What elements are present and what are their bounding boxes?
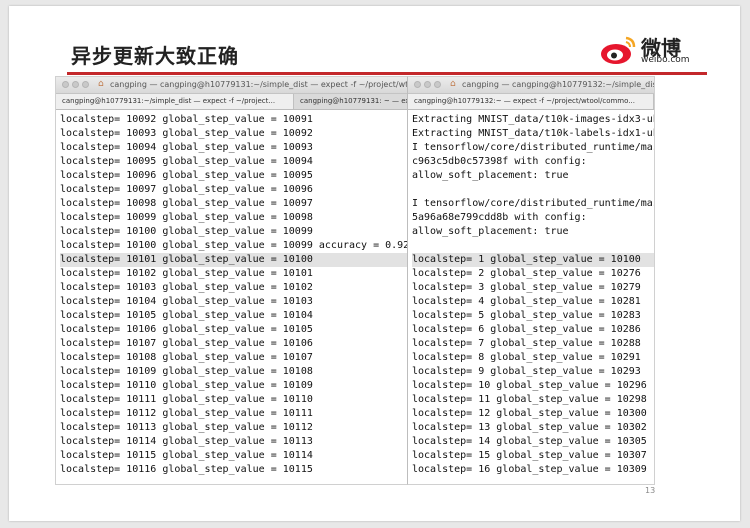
terminal-line: localstep= 10113 global_step_value = 101…: [60, 422, 313, 433]
terminal-line: localstep= 14 global_step_value = 10305: [412, 436, 647, 447]
terminal-line: localstep= 10096 global_step_value = 100…: [60, 170, 313, 181]
terminal-line: I tensorflow/core/distributed_runtime/ma…: [412, 142, 655, 153]
terminal-line: I tensorflow/core/distributed_runtime/ma…: [412, 198, 655, 209]
terminal-line: localstep= 10105 global_step_value = 101…: [60, 310, 313, 321]
terminal-line: localstep= 10111 global_step_value = 101…: [60, 394, 313, 405]
terminal-line: localstep= 10101 global_step_value = 101…: [60, 253, 408, 267]
terminal-line: localstep= 10112 global_step_value = 101…: [60, 408, 313, 419]
terminal-line: localstep= 10110 global_step_value = 101…: [60, 380, 313, 391]
window-title: cangping — cangping@h10779131:~/simple_d…: [110, 80, 408, 89]
weibo-logo: 微博 weibo.com: [599, 30, 709, 70]
terminal-line: localstep= 10 global_step_value = 10296: [412, 380, 647, 391]
terminal-line: localstep= 15 global_step_value = 10307: [412, 450, 647, 461]
terminal-line: localstep= 10103 global_step_value = 101…: [60, 282, 313, 293]
zoom-window-icon[interactable]: [82, 81, 89, 88]
terminal-line: localstep= 4 global_step_value = 10281: [412, 296, 641, 307]
terminal-line: localstep= 10098 global_step_value = 100…: [60, 198, 313, 209]
terminal-line: localstep= 10094 global_step_value = 100…: [60, 142, 313, 153]
terminal-line: localstep= 10106 global_step_value = 101…: [60, 324, 313, 335]
terminal-line: localstep= 7 global_step_value = 10288: [412, 338, 641, 349]
title-rule: [67, 72, 707, 75]
terminal-line: c963c5db0c57398f with config:: [412, 156, 587, 167]
terminal-window-worker-2[interactable]: ⌂ cangping — cangping@h10779132:~/simple…: [407, 76, 655, 485]
terminal-line: Extracting MNIST_data/t10k-labels-idx1-u…: [412, 128, 655, 139]
terminal-line: localstep= 10092 global_step_value = 100…: [60, 114, 313, 125]
weibo-eye-icon: [601, 36, 636, 64]
window-title: cangping — cangping@h10779132:~/simple_d…: [462, 80, 654, 89]
window-titlebar[interactable]: ⌂ cangping — cangping@h10779132:~/simple…: [408, 77, 654, 94]
terminal-line: localstep= 10107 global_step_value = 101…: [60, 338, 313, 349]
terminal-line: localstep= 10115 global_step_value = 101…: [60, 450, 313, 461]
tab-worker-2[interactable]: cangping@h10779131: ~ — expe: [294, 94, 408, 109]
terminal-line: localstep= 9 global_step_value = 10293: [412, 366, 641, 377]
terminal-output[interactable]: Extracting MNIST_data/t10k-images-idx3-u…: [408, 110, 654, 477]
terminal-line: localstep= 10108 global_step_value = 101…: [60, 352, 313, 363]
terminal-line: localstep= 16 global_step_value = 10309: [412, 464, 647, 475]
terminal-line: localstep= 6 global_step_value = 10286: [412, 324, 641, 335]
minimize-window-icon[interactable]: [72, 81, 79, 88]
terminal-line: localstep= 10102 global_step_value = 101…: [60, 268, 313, 279]
minimize-window-icon[interactable]: [424, 81, 431, 88]
page-number: 13: [645, 486, 656, 495]
terminal-line: localstep= 10095 global_step_value = 100…: [60, 156, 313, 167]
weibo-logo-url: weibo.com: [641, 55, 690, 65]
terminal-line: localstep= 10114 global_step_value = 101…: [60, 436, 313, 447]
terminal-line: localstep= 13 global_step_value = 10302: [412, 422, 647, 433]
terminal-line: localstep= 10097 global_step_value = 100…: [60, 184, 313, 195]
terminal-line: localstep= 12 global_step_value = 10300: [412, 408, 647, 419]
terminal-line: Extracting MNIST_data/t10k-images-idx3-u…: [412, 114, 655, 125]
terminal-window-worker-1[interactable]: ⌂ cangping — cangping@h10779131:~/simple…: [55, 76, 409, 485]
terminal-line: 5a96a68e799cdd8b with config:: [412, 212, 587, 223]
close-window-icon[interactable]: [414, 81, 421, 88]
home-folder-icon: ⌂: [98, 79, 104, 89]
terminal-output[interactable]: localstep= 10092 global_step_value = 100…: [56, 110, 408, 477]
terminal-line: localstep= 2 global_step_value = 10276: [412, 268, 641, 279]
terminal-line: localstep= 10100 global_step_value = 100…: [60, 226, 313, 237]
terminal-line: localstep= 1 global_step_value = 10100: [412, 253, 654, 267]
terminal-line: localstep= 10109 global_step_value = 101…: [60, 366, 313, 377]
tab-bar: cangping@h10779131:~/simple_dist — expec…: [56, 94, 408, 110]
terminal-line: localstep= 10104 global_step_value = 101…: [60, 296, 313, 307]
terminal-line: localstep= 10116 global_step_value = 101…: [60, 464, 313, 475]
terminal-line: localstep= 10099 global_step_value = 100…: [60, 212, 313, 223]
tab-worker-2[interactable]: cangping@h10779132:~ — expect -f ~/proje…: [408, 94, 654, 109]
window-titlebar[interactable]: ⌂ cangping — cangping@h10779131:~/simple…: [56, 77, 408, 94]
terminal-line: localstep= 5 global_step_value = 10283: [412, 310, 641, 321]
slide-title: 异步更新大致正确: [71, 44, 239, 68]
close-window-icon[interactable]: [62, 81, 69, 88]
terminal-line: localstep= 10093 global_step_value = 100…: [60, 128, 313, 139]
terminal-line: localstep= 10100 global_step_value = 100…: [60, 240, 409, 251]
tab-worker-1[interactable]: cangping@h10779131:~/simple_dist — expec…: [56, 94, 294, 109]
terminal-line: localstep= 3 global_step_value = 10279: [412, 282, 641, 293]
terminal-line: allow_soft_placement: true: [412, 170, 569, 181]
tab-bar: cangping@h10779132:~ — expect -f ~/proje…: [408, 94, 654, 110]
home-folder-icon: ⌂: [450, 79, 456, 89]
terminal-line: allow_soft_placement: true: [412, 226, 569, 237]
terminal-line: localstep= 8 global_step_value = 10291: [412, 352, 641, 363]
terminal-line: localstep= 11 global_step_value = 10298: [412, 394, 647, 405]
zoom-window-icon[interactable]: [434, 81, 441, 88]
